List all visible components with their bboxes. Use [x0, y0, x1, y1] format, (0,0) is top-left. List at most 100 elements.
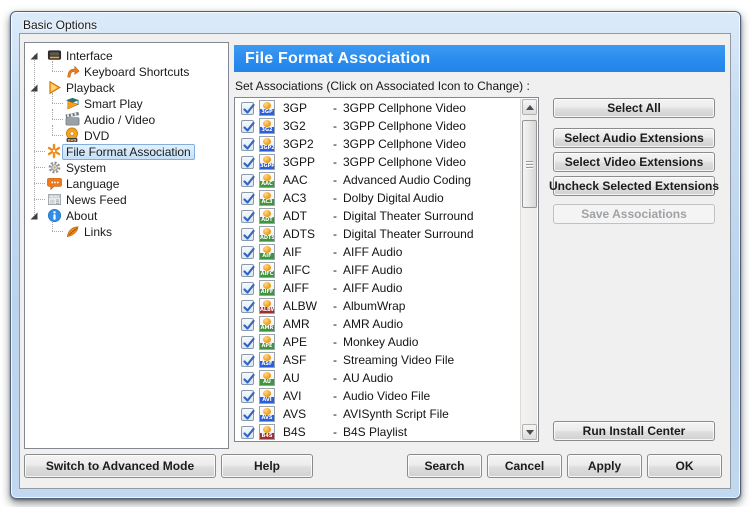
filetype-icon-3g2[interactable]: 3G2 — [259, 118, 275, 134]
assoc-checkbox-aiff[interactable] — [241, 281, 255, 295]
extension-name: AIF — [283, 245, 302, 259]
assoc-row-avs[interactable]: AVS AVS - AVISynth Script File — [236, 405, 520, 423]
assoc-checkbox-amr[interactable] — [241, 317, 255, 331]
tree-item-label: Language — [66, 177, 120, 191]
search-button[interactable]: Search — [407, 454, 482, 478]
filetype-icon-3gp[interactable]: 3GP — [259, 100, 275, 116]
assoc-checkbox-aac[interactable] — [241, 173, 255, 187]
assoc-checkbox-asf[interactable] — [241, 353, 255, 367]
tree-item-playback[interactable]: Playback — [25, 79, 228, 95]
extension-description: AVISynth Script File — [343, 407, 449, 421]
tree-expanded-icon[interactable] — [29, 210, 39, 220]
tree-item-audio-video[interactable]: Audio / Video — [25, 111, 228, 127]
assoc-checkbox-adt[interactable] — [241, 209, 255, 223]
assoc-checkbox-au[interactable] — [241, 371, 255, 385]
assoc-row-b4s[interactable]: B4S B4S - B4S Playlist — [236, 423, 520, 440]
scroll-up-button[interactable] — [522, 99, 537, 115]
assoc-checkbox-ac3[interactable] — [241, 191, 255, 205]
filetype-icon-amr[interactable]: AMR — [259, 316, 275, 332]
assoc-checkbox-avi[interactable] — [241, 389, 255, 403]
tree-item-file-format-association[interactable]: File Format Association — [25, 143, 228, 160]
assoc-checkbox-3gp2[interactable] — [241, 137, 255, 151]
help-button[interactable]: Help — [221, 454, 313, 478]
assoc-checkbox-3g2[interactable] — [241, 119, 255, 133]
tree-item-about[interactable]: About — [25, 207, 228, 223]
assoc-checkbox-ape[interactable] — [241, 335, 255, 349]
assoc-checkbox-3gpp[interactable] — [241, 155, 255, 169]
assoc-checkbox-avs[interactable] — [241, 407, 255, 421]
scrollbar-thumb[interactable] — [522, 120, 537, 208]
assoc-row-ac3[interactable]: AC3 AC3 - Dolby Digital Audio — [236, 189, 520, 207]
filetype-icon-adt[interactable]: ADT — [259, 208, 275, 224]
select-audio-extensions-button[interactable]: Select Audio Extensions — [553, 128, 715, 148]
assoc-row-adts[interactable]: ADTS ADTS - Digital Theater Surround — [236, 225, 520, 243]
separator: - — [333, 317, 337, 331]
tree-expanded-icon[interactable] — [29, 50, 39, 60]
tree-item-news-feed[interactable]: NEWS News Feed — [25, 191, 228, 207]
apply-button[interactable]: Apply — [567, 454, 642, 478]
assoc-row-avi[interactable]: AVI AVI - Audio Video File — [236, 387, 520, 405]
tree-item-links[interactable]: Links — [25, 223, 228, 239]
window-titlebar[interactable]: Basic Options — [23, 16, 97, 33]
filetype-icon-avi[interactable]: AVI — [259, 388, 275, 404]
filetype-icon-albw[interactable]: ALBW — [259, 298, 275, 314]
extension-description: 3GPP Cellphone Video — [343, 155, 466, 169]
assoc-checkbox-aifc[interactable] — [241, 263, 255, 277]
tree-item-keyboard-shortcuts[interactable]: Keyboard Shortcuts — [25, 63, 228, 79]
assoc-row-3g2[interactable]: 3G2 3G2 -3GPP Cellphone Video — [236, 117, 520, 135]
filetype-icon-aac[interactable]: AAC — [259, 172, 275, 188]
separator: - — [333, 335, 337, 349]
extension-description: 3GPP Cellphone Video — [343, 119, 466, 133]
cancel-button[interactable]: Cancel — [487, 454, 562, 478]
tree-item-system[interactable]: System — [25, 159, 228, 175]
assoc-row-aac[interactable]: AAC AAC - Advanced Audio Coding — [236, 171, 520, 189]
assoc-row-au[interactable]: AU AU - AU Audio — [236, 369, 520, 387]
tree-item-label: Playback — [66, 81, 115, 95]
assoc-row-amr[interactable]: AMR AMR - AMR Audio — [236, 315, 520, 333]
filetype-icon-adts[interactable]: ADTS — [259, 226, 275, 242]
switch-to-advanced-mode-button[interactable]: Switch to Advanced Mode — [24, 454, 216, 478]
extension-description: Digital Theater Surround — [343, 209, 474, 223]
assoc-row-3gp[interactable]: 3GP 3GP -3GPP Cellphone Video — [236, 99, 520, 117]
filetype-icon-b4s[interactable]: B4S — [259, 424, 275, 440]
tree-expanded-icon[interactable] — [29, 82, 39, 92]
uncheck-selected-extensions-button[interactable]: Uncheck Selected Extensions — [549, 176, 719, 196]
extension-description: AlbumWrap — [343, 299, 406, 313]
assoc-row-3gpp[interactable]: 3GPP 3GPP -3GPP Cellphone Video — [236, 153, 520, 171]
assoc-checkbox-b4s[interactable] — [241, 425, 255, 439]
filetype-icon-au[interactable]: AU — [259, 370, 275, 386]
filetype-icon-ape[interactable]: APE — [259, 334, 275, 350]
assoc-row-aifc[interactable]: AIFC AIFC - AIFF Audio — [236, 261, 520, 279]
filetype-icon-aiff[interactable]: AIFF — [259, 280, 275, 296]
assoc-row-adt[interactable]: ADT ADT - Digital Theater Surround — [236, 207, 520, 225]
assoc-row-3gp2[interactable]: 3GP2 3GP2 -3GPP Cellphone Video — [236, 135, 520, 153]
assoc-row-albw[interactable]: ALBW ALBW - AlbumWrap — [236, 297, 520, 315]
assoc-checkbox-adts[interactable] — [241, 227, 255, 241]
assoc-checkbox-albw[interactable] — [241, 299, 255, 313]
run-install-center-button[interactable]: Run Install Center — [553, 421, 715, 441]
filetype-icon-3gp2[interactable]: 3GP2 — [259, 136, 275, 152]
filetype-icon-avs[interactable]: AVS — [259, 406, 275, 422]
assoc-row-aif[interactable]: AIF AIF - AIFF Audio — [236, 243, 520, 261]
tree-item-dvd[interactable]: DVD DVD — [25, 127, 228, 143]
filetype-icon-asf[interactable]: ASF — [259, 352, 275, 368]
filetype-icon-3gpp[interactable]: 3GPP — [259, 154, 275, 170]
scrollbar[interactable] — [520, 99, 537, 440]
assoc-row-aiff[interactable]: AIFF AIFF - AIFF Audio — [236, 279, 520, 297]
tree-item-interface[interactable]: Interface — [25, 47, 228, 63]
scroll-down-button[interactable] — [522, 424, 537, 440]
select-video-extensions-button[interactable]: Select Video Extensions — [553, 152, 715, 172]
filetype-icon-aifc[interactable]: AIFC — [259, 262, 275, 278]
filetype-icon-aif[interactable]: AIF — [259, 244, 275, 260]
tree-item-label: Keyboard Shortcuts — [84, 65, 190, 79]
filetype-icon-ac3[interactable]: AC3 — [259, 190, 275, 206]
assoc-row-ape[interactable]: APE APE - Monkey Audio — [236, 333, 520, 351]
assoc-checkbox-aif[interactable] — [241, 245, 255, 259]
scroll-down-icon — [525, 429, 534, 435]
select-all-button[interactable]: Select All — [553, 98, 715, 118]
assoc-checkbox-3gp[interactable] — [241, 101, 255, 115]
assoc-row-asf[interactable]: ASF ASF - Streaming Video File — [236, 351, 520, 369]
ok-button[interactable]: OK — [647, 454, 722, 478]
tree-item-language[interactable]: Language — [25, 175, 228, 191]
tree-item-smart-play[interactable]: Smart Play — [25, 95, 228, 111]
